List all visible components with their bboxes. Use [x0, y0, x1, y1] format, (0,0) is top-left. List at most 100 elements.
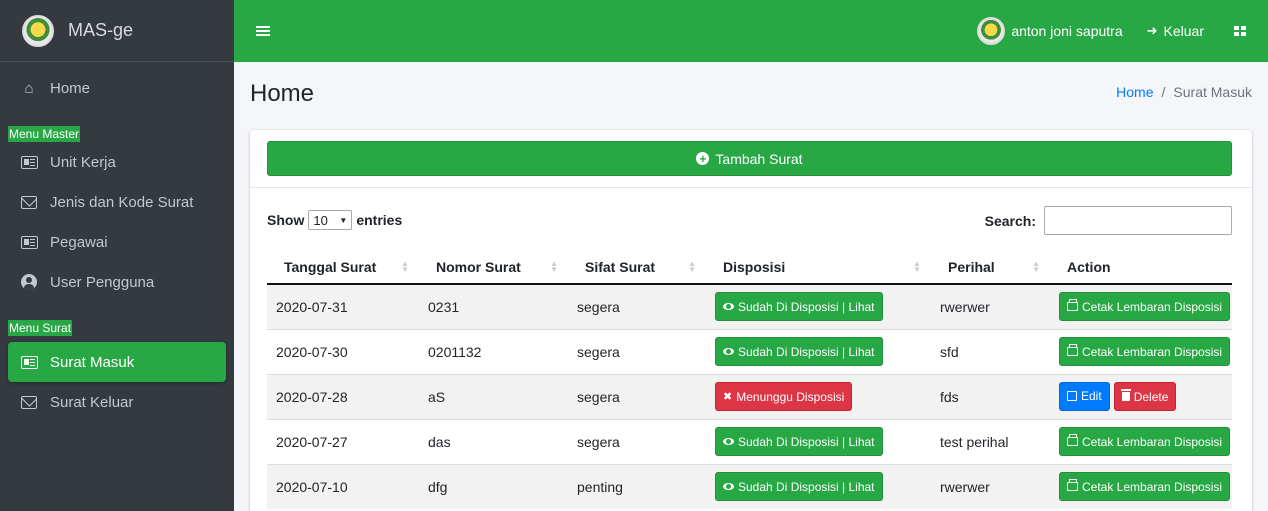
id-card-icon — [20, 354, 38, 370]
button-label: Menunggu Disposisi — [736, 389, 845, 404]
page-title: Home — [250, 80, 315, 107]
id-card-icon — [20, 154, 38, 170]
eye-icon — [723, 483, 734, 491]
add-surat-button[interactable]: + Tambah Surat — [267, 141, 1232, 176]
sort-icon: ▲ ▼ — [1032, 259, 1040, 274]
column-label: Tanggal Surat — [284, 258, 377, 275]
surat-masuk-card: + Tambah Surat Show 10 ▼ entries Search: — [250, 130, 1252, 511]
sidebar-item-pegawai[interactable]: Pegawai — [8, 222, 226, 262]
table-row: 2020-07-30 0201132 segera Sudah Di Dispo… — [267, 328, 1232, 374]
view-disposisi-button[interactable]: Sudah Di Disposisi | Lihat — [715, 337, 883, 366]
sidebar-header-menu-surat: Menu Surat — [8, 302, 226, 342]
column-header-perihal[interactable]: Perihal ▲ ▼ — [931, 250, 1050, 285]
table-header-row: Tanggal Surat ▲ ▼ Nomor Surat ▲ ▼ Sifat Sura… — [267, 250, 1232, 285]
content-wrapper: Home Home / Surat Masuk + Tambah Surat Sho… — [234, 62, 1268, 511]
cell-nomor: das — [419, 418, 568, 464]
print-disposisi-button[interactable]: Cetak Lembaran Disposisi — [1059, 337, 1231, 366]
column-label: Nomor Surat — [436, 258, 521, 275]
app-logo — [22, 14, 54, 47]
cell-nomor: 0201132 — [419, 328, 568, 374]
cell-perihal: rwerwer — [931, 463, 1050, 509]
cell-sifat: segera — [568, 418, 706, 464]
sidebar-item-surat-keluar[interactable]: Surat Keluar — [8, 382, 226, 422]
entries-select[interactable]: 10 ▼ — [308, 210, 353, 230]
delete-button[interactable]: Delete — [1113, 382, 1177, 412]
cell-sifat: segera — [568, 328, 706, 374]
table-row: 2020-07-31 0231 segera Sudah Di Disposis… — [267, 283, 1232, 329]
cell-tanggal: 2020-07-27 — [267, 418, 419, 464]
button-label: Sudah Di Disposisi | Lihat — [738, 434, 875, 449]
brand-link[interactable]: MAS-ge — [0, 0, 234, 62]
times-icon: ✖ — [723, 391, 733, 403]
grid-icon[interactable] — [1234, 25, 1246, 37]
view-disposisi-button[interactable]: Sudah Di Disposisi | Lihat — [715, 292, 883, 322]
hamburger-icon[interactable] — [256, 26, 270, 36]
cell-disposisi: Sudah Di Disposisi | Lihat — [706, 283, 931, 329]
cell-disposisi: ✖ Menunggu Disposisi — [706, 373, 931, 419]
show-label: Show — [267, 212, 305, 228]
sidebar-nav: ⌂ Home Menu Master Unit Kerja Jenis dan … — [0, 62, 234, 422]
edit-icon — [1067, 391, 1077, 402]
breadcrumb: Home / Surat Masuk — [1116, 84, 1252, 100]
column-label: Perihal — [948, 258, 995, 275]
cell-tanggal: 2020-07-10 — [267, 463, 419, 509]
logout-link[interactable]: ➜ Keluar — [1147, 23, 1204, 39]
sidebar-item-label: Surat Masuk — [50, 353, 135, 371]
cell-action: Cetak Lembaran Disposisi — [1050, 283, 1232, 329]
cell-disposisi: Sudah Di Disposisi | Lihat — [706, 463, 931, 509]
button-label: Edit — [1081, 389, 1102, 404]
eye-icon — [723, 303, 734, 311]
print-icon — [1067, 434, 1078, 446]
logout-label: Keluar — [1163, 23, 1204, 39]
surat-masuk-table: Tanggal Surat ▲ ▼ Nomor Surat ▲ ▼ Sifat Sura… — [267, 250, 1232, 509]
button-label: Cetak Lembaran Disposisi — [1082, 299, 1223, 314]
cell-nomor: dfg — [419, 463, 568, 509]
breadcrumb-home[interactable]: Home — [1116, 84, 1153, 100]
sort-icon: ▲ ▼ — [913, 259, 921, 274]
avatar[interactable] — [977, 17, 1006, 45]
cell-action: Cetak Lembaran Disposisi — [1050, 328, 1232, 374]
eye-icon — [723, 438, 734, 445]
sidebar-item-label: Pegawai — [50, 233, 108, 251]
sidebar-item-unit-kerja[interactable]: Unit Kerja — [8, 142, 226, 182]
search-input[interactable] — [1044, 206, 1232, 235]
sidebar-item-jenis-kode-surat[interactable]: Jenis dan Kode Surat — [8, 182, 226, 222]
sidebar-header-menu-master: Menu Master — [8, 108, 226, 142]
column-header-nomor[interactable]: Nomor Surat ▲ ▼ — [419, 250, 568, 285]
cell-perihal: fds — [931, 373, 1050, 419]
sidebar-header-label: Menu Surat — [8, 320, 73, 336]
entries-length: Show 10 ▼ entries — [267, 210, 402, 230]
sidebar-item-label: User Pengguna — [50, 273, 155, 291]
chevron-down-icon: ▼ — [339, 215, 348, 225]
sidebar-item-label: Surat Keluar — [50, 393, 134, 411]
cell-tanggal: 2020-07-30 — [267, 328, 419, 374]
column-header-tanggal[interactable]: Tanggal Surat ▲ ▼ — [267, 250, 419, 285]
sort-icon: ▲ ▼ — [401, 259, 409, 274]
sidebar-item-user-pengguna[interactable]: User Pengguna — [8, 262, 226, 302]
cell-nomor: aS — [419, 373, 568, 419]
cell-disposisi: Sudah Di Disposisi | Lihat — [706, 328, 931, 374]
sidebar: MAS-ge ⌂ Home Menu Master Unit Kerja Jen… — [0, 0, 234, 511]
column-label: Disposisi — [723, 258, 786, 275]
button-label: Cetak Lembaran Disposisi — [1082, 479, 1223, 494]
view-disposisi-button[interactable]: Sudah Di Disposisi | Lihat — [715, 427, 883, 456]
sort-icon: ▲ ▼ — [688, 259, 696, 274]
sidebar-item-surat-masuk[interactable]: Surat Masuk — [8, 342, 226, 382]
entries-value: 10 — [313, 212, 328, 228]
waiting-disposisi-button[interactable]: ✖ Menunggu Disposisi — [715, 382, 853, 411]
datatable-search: Search: — [985, 206, 1232, 235]
edit-button[interactable]: Edit — [1059, 381, 1110, 411]
view-disposisi-button[interactable]: Sudah Di Disposisi | Lihat — [715, 472, 883, 502]
print-disposisi-button[interactable]: Cetak Lembaran Disposisi — [1059, 472, 1231, 502]
sidebar-item-home[interactable]: ⌂ Home — [8, 68, 226, 108]
home-icon: ⌂ — [24, 79, 34, 97]
user-name[interactable]: anton joni saputra — [1011, 23, 1122, 39]
cell-tanggal: 2020-07-28 — [267, 373, 419, 419]
entries-label: entries — [356, 212, 403, 228]
breadcrumb-current: Surat Masuk — [1173, 84, 1252, 100]
column-header-sifat[interactable]: Sifat Surat ▲ ▼ — [568, 250, 706, 285]
cell-action: Cetak Lembaran Disposisi — [1050, 418, 1232, 464]
print-disposisi-button[interactable]: Cetak Lembaran Disposisi — [1059, 292, 1231, 322]
print-disposisi-button[interactable]: Cetak Lembaran Disposisi — [1059, 427, 1231, 456]
column-header-disposisi[interactable]: Disposisi ▲ ▼ — [706, 250, 931, 285]
